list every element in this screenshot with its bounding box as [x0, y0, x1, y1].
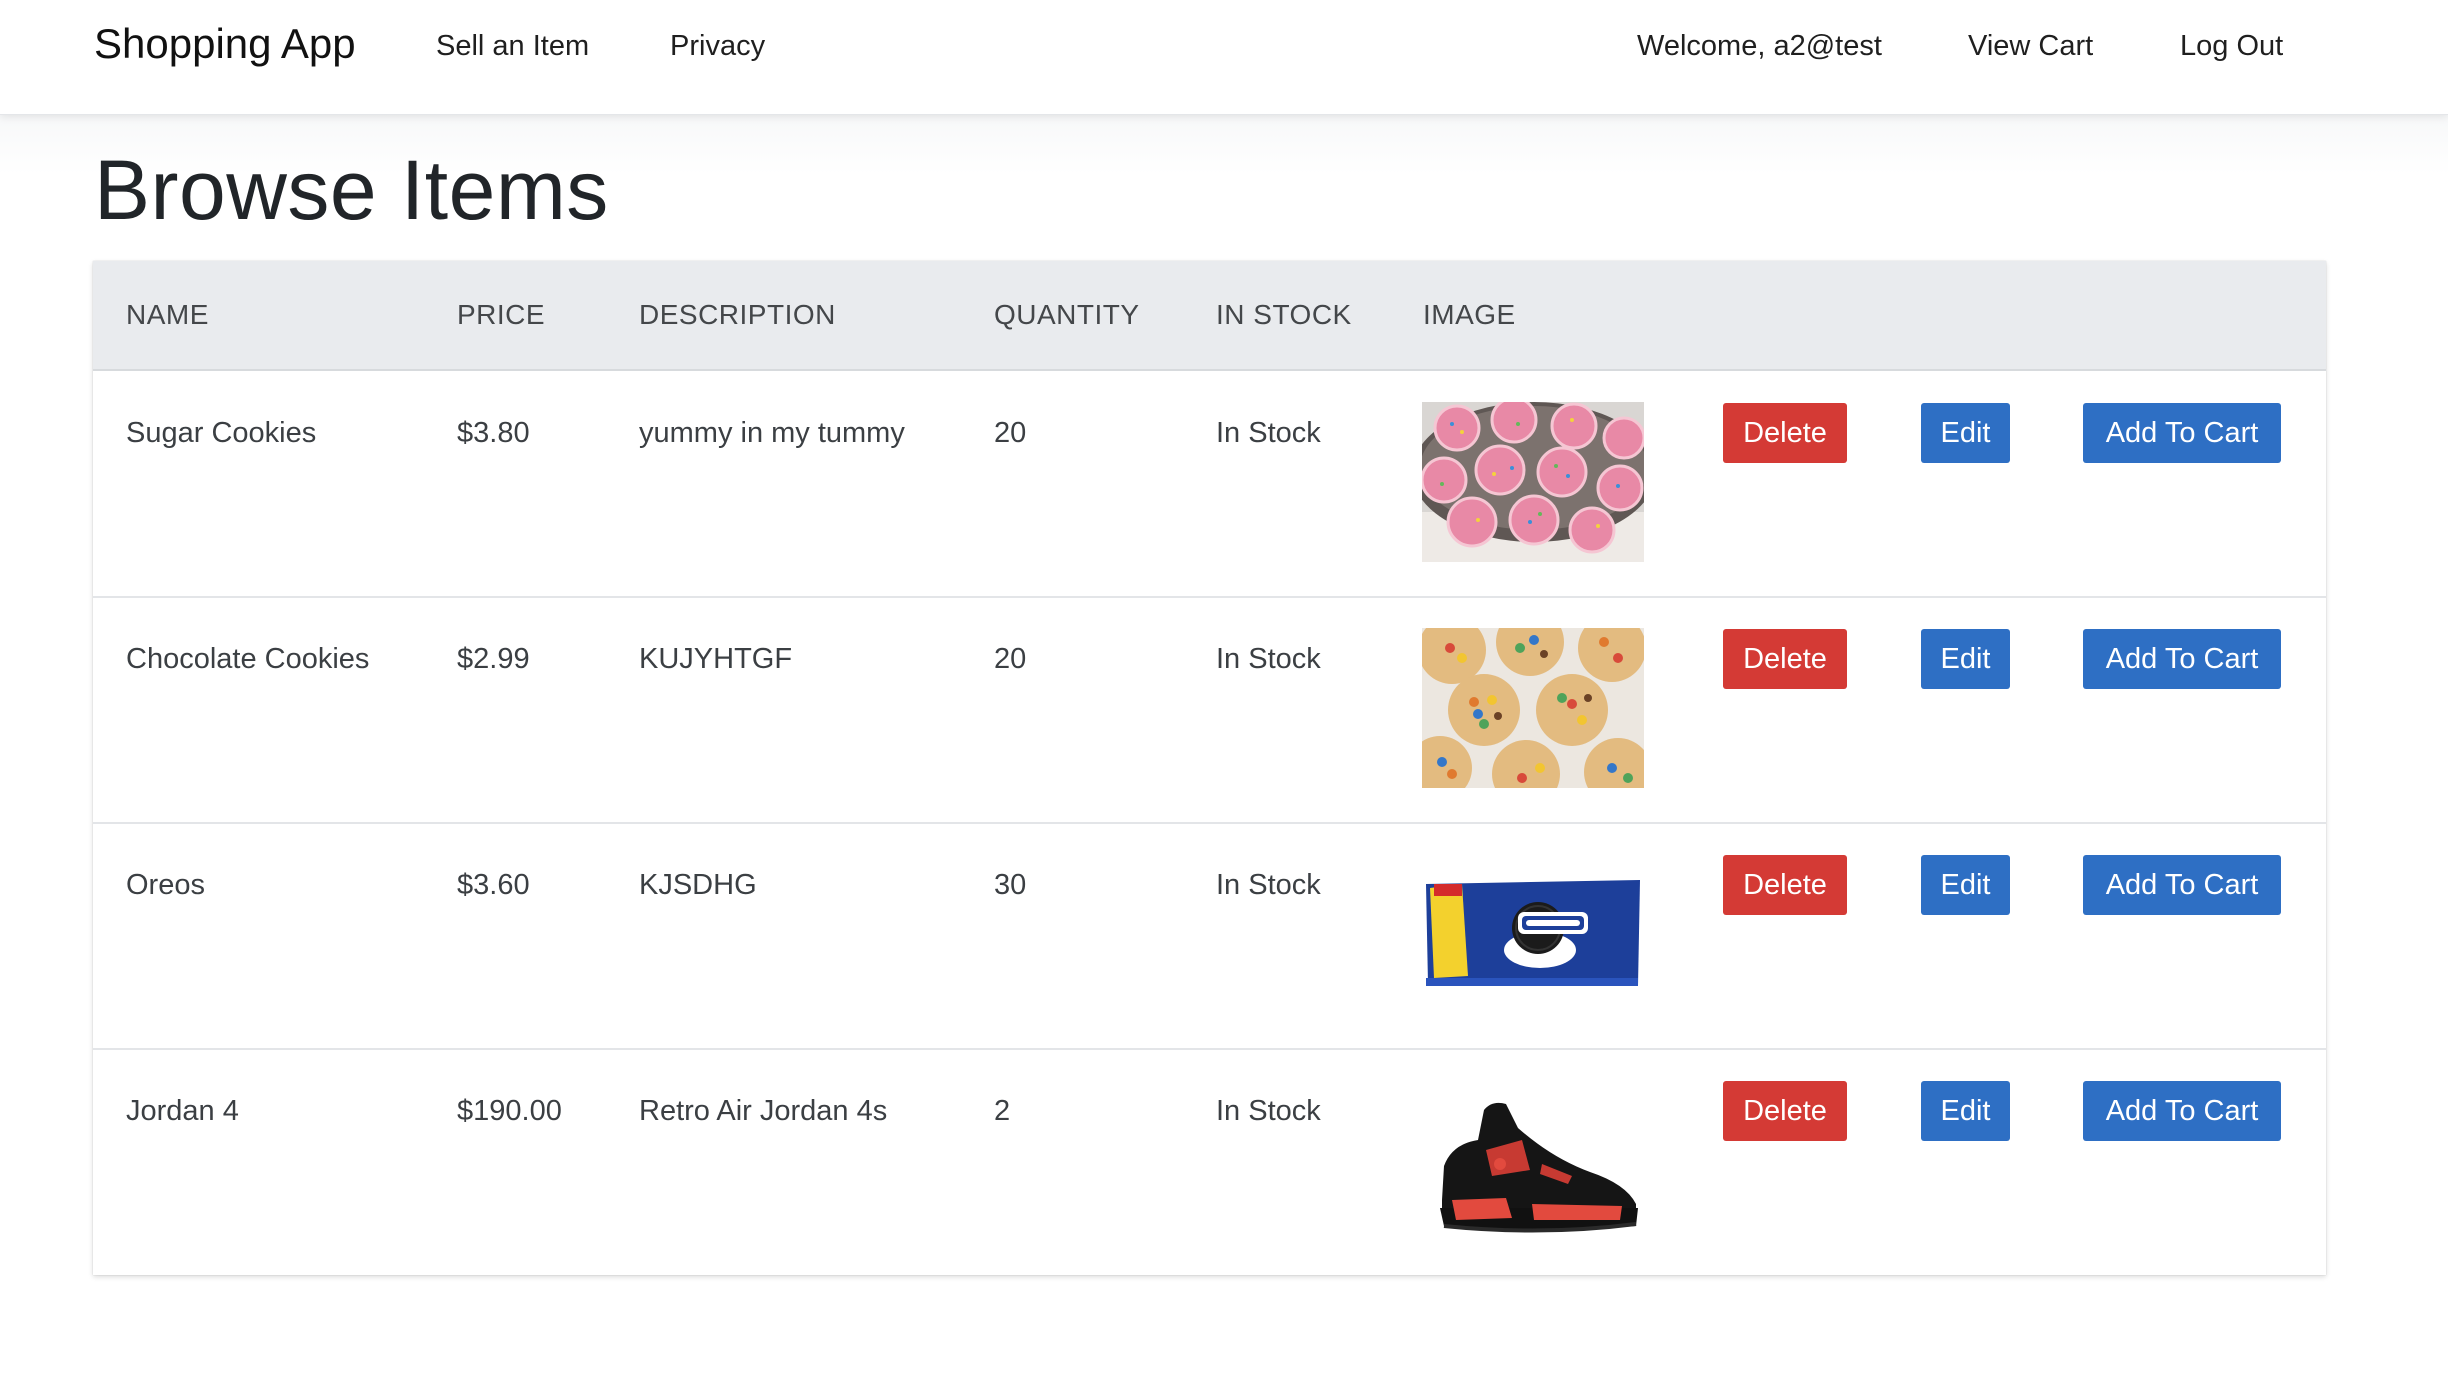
- item-price: $3.60: [457, 869, 530, 901]
- item-stock-status: In Stock: [1216, 643, 1321, 675]
- nav-sell-item[interactable]: Sell an Item: [436, 32, 589, 61]
- page-title: Browse Items: [94, 143, 609, 237]
- delete-button[interactable]: Delete: [1723, 855, 1847, 915]
- item-name: Jordan 4: [126, 1095, 239, 1127]
- table-row: Chocolate Cookies $2.99 KUJYHTGF 20 In S…: [93, 597, 2326, 824]
- item-price: $190.00: [457, 1095, 562, 1127]
- edit-button[interactable]: Edit: [1921, 855, 2010, 915]
- item-quantity: 20: [994, 643, 1027, 675]
- nav-privacy[interactable]: Privacy: [670, 32, 765, 61]
- item-stock-status: In Stock: [1216, 1095, 1321, 1127]
- nav-log-out[interactable]: Log Out: [2180, 32, 2283, 61]
- edit-button[interactable]: Edit: [1921, 403, 2010, 463]
- table-header: NAME PRICE DESCRIPTION QUANTITY IN STOCK…: [93, 261, 2326, 371]
- top-navbar: Shopping App Sell an Item Privacy Welcom…: [0, 0, 2448, 115]
- item-quantity: 30: [994, 869, 1027, 901]
- nav-view-cart[interactable]: View Cart: [1968, 32, 2093, 61]
- header-description: DESCRIPTION: [639, 299, 836, 330]
- delete-button[interactable]: Delete: [1723, 1081, 1847, 1141]
- add-to-cart-button[interactable]: Add To Cart: [2083, 855, 2281, 915]
- item-description: Retro Air Jordan 4s: [639, 1095, 888, 1127]
- item-description: KUJYHTGF: [639, 643, 793, 675]
- item-price: $3.80: [457, 417, 530, 449]
- items-table: NAME PRICE DESCRIPTION QUANTITY IN STOCK…: [93, 261, 2326, 1275]
- brand-link[interactable]: Shopping App: [94, 23, 356, 65]
- add-to-cart-button[interactable]: Add To Cart: [2083, 1081, 2281, 1141]
- edit-button[interactable]: Edit: [1921, 1081, 2010, 1141]
- header-price: PRICE: [457, 299, 546, 330]
- item-stock-status: In Stock: [1216, 869, 1321, 901]
- item-quantity: 2: [994, 1095, 1011, 1127]
- item-description: KJSDHG: [639, 869, 757, 901]
- oreo-package-photo: [1422, 854, 1644, 1014]
- delete-button[interactable]: Delete: [1723, 629, 1847, 689]
- add-to-cart-button[interactable]: Add To Cart: [2083, 403, 2281, 463]
- add-to-cart-button[interactable]: Add To Cart: [2083, 629, 2281, 689]
- item-price: $2.99: [457, 643, 530, 675]
- item-description: yummy in my tummy: [639, 417, 905, 449]
- chocolate-cookies-photo: [1422, 628, 1644, 788]
- header-quantity: QUANTITY: [994, 299, 1140, 330]
- nav-welcome-user[interactable]: Welcome, a2@test: [1637, 32, 1882, 61]
- edit-button[interactable]: Edit: [1921, 629, 2010, 689]
- table-row: Oreos $3.60 KJSDHG 30 In Stock Delete Ed…: [93, 823, 2326, 1050]
- table-row: Jordan 4 $190.00 Retro Air Jordan 4s 2 I…: [93, 1049, 2326, 1274]
- header-image: IMAGE: [1423, 299, 1516, 330]
- delete-button[interactable]: Delete: [1723, 403, 1847, 463]
- header-name: NAME: [126, 299, 209, 330]
- table-row: Sugar Cookies $3.80 yummy in my tummy 20…: [93, 371, 2326, 598]
- item-name: Oreos: [126, 869, 205, 901]
- sugar-cookies-photo: [1422, 402, 1644, 562]
- jordan-sneaker-photo: [1422, 1080, 1644, 1240]
- item-quantity: 20: [994, 417, 1027, 449]
- item-name: Chocolate Cookies: [126, 643, 370, 675]
- item-stock-status: In Stock: [1216, 417, 1321, 449]
- item-name: Sugar Cookies: [126, 417, 317, 449]
- header-in-stock: IN STOCK: [1216, 299, 1352, 330]
